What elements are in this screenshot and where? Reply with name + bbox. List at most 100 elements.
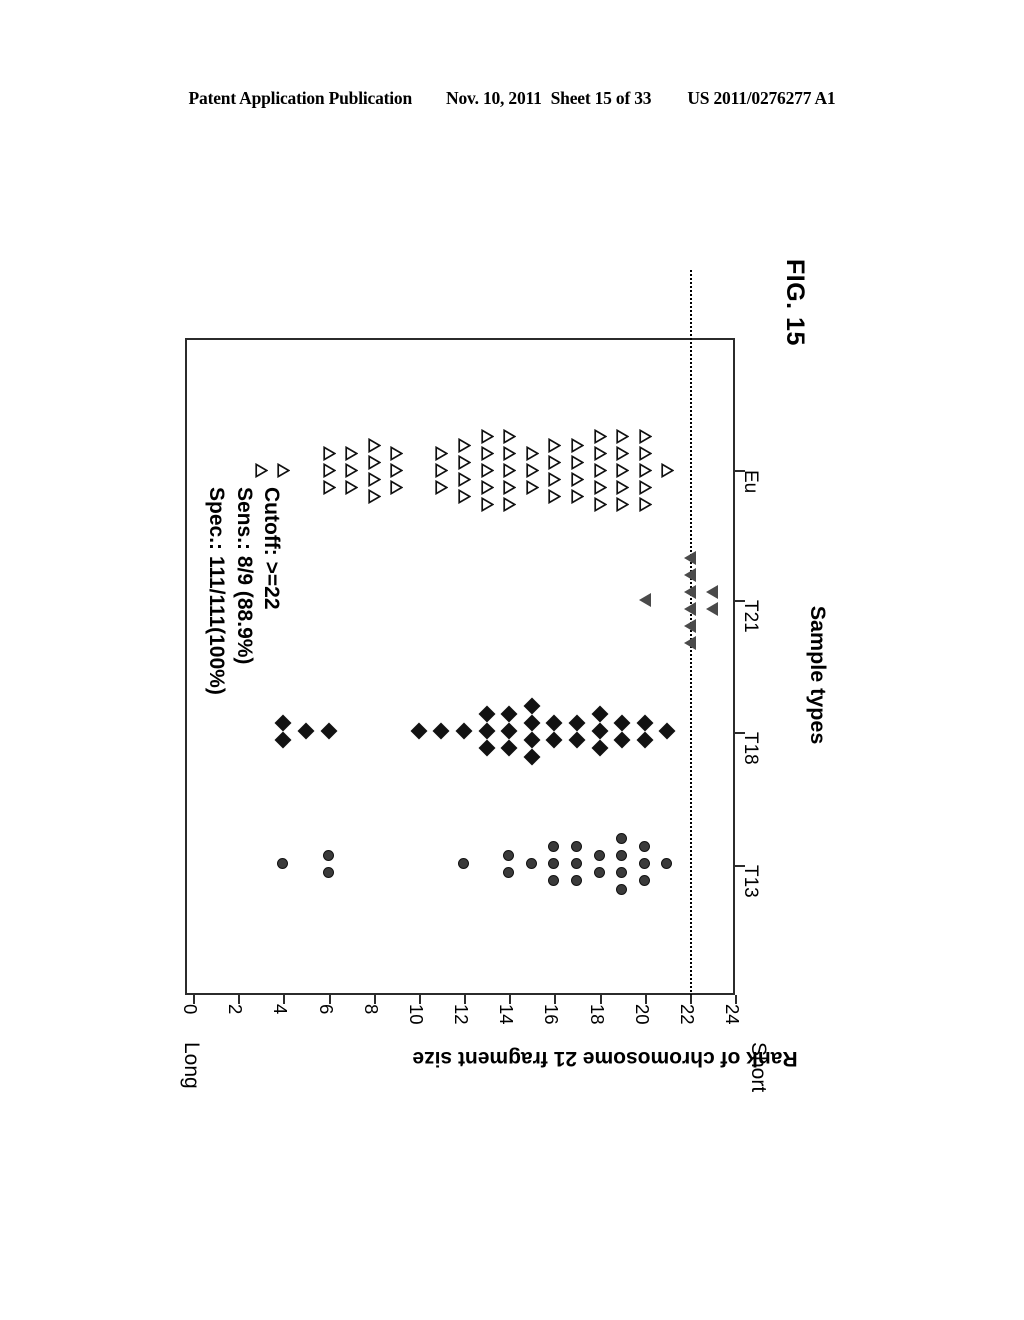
data-point-Eu-rank-16	[548, 488, 562, 504]
data-point-T21-rank-22	[683, 601, 696, 616]
data-point-T13-rank-17	[570, 858, 582, 869]
data-point-T13-rank-12	[458, 858, 469, 869]
rank-tick-18	[599, 995, 602, 1004]
data-point-Eu-rank-11	[435, 446, 449, 461]
data-point-Eu-rank-12	[458, 471, 471, 487]
data-point-Eu-rank-14	[503, 497, 517, 512]
rank-tick-label-22: 22	[676, 1004, 698, 1025]
data-point-Eu-rank-20	[639, 429, 652, 444]
data-point-Eu-rank-19	[616, 429, 630, 444]
data-point-Eu-rank-9	[390, 446, 404, 461]
rank-tick-12	[464, 995, 466, 1004]
rank-tick-14	[509, 995, 512, 1004]
annotation-sensitivity: Sens.: 8/9 (88.9%)	[232, 487, 256, 665]
data-point-T13-rank-18	[593, 866, 605, 878]
category-label-T13: T13	[740, 865, 761, 898]
data-point-Eu-rank-21	[661, 463, 675, 478]
data-point-Eu-rank-16	[548, 454, 562, 470]
data-point-Eu-rank-14	[503, 446, 517, 461]
annotation-specificity: Spec.: 111/111(100%)	[205, 487, 229, 695]
rank-tick-6	[328, 995, 331, 1004]
rank-tick-20	[644, 995, 647, 1004]
data-point-Eu-rank-9	[390, 463, 404, 478]
data-point-Eu-rank-14	[503, 480, 517, 495]
rank-tick-label-8: 8	[360, 1004, 382, 1015]
data-point-Eu-rank-13	[480, 446, 494, 461]
data-point-T13-rank-14	[503, 866, 515, 878]
data-point-Eu-rank-15	[526, 446, 539, 461]
rank-tick-16	[554, 995, 557, 1004]
rank-tick-label-12: 12	[451, 1004, 472, 1025]
data-point-T13-rank-6	[322, 849, 334, 861]
data-point-Eu-rank-18	[593, 480, 607, 495]
data-point-T13-rank-14	[503, 849, 515, 861]
figure-15: FIG. 15 Cutoff: >=22 Sens.: 8/9 (88.9%) …	[0, 0, 1024, 1320]
rank-tick-0	[193, 995, 195, 1004]
data-point-Eu-rank-11	[435, 463, 449, 478]
data-point-Eu-rank-17	[571, 454, 584, 470]
rank-tick-24	[735, 995, 737, 1004]
data-point-Eu-rank-3	[255, 463, 268, 478]
data-point-Eu-rank-19	[616, 497, 630, 512]
rank-tick-4	[283, 995, 286, 1004]
data-point-T13-rank-17	[570, 875, 582, 886]
data-point-Eu-rank-18	[593, 497, 607, 512]
rank-axis-high-label: Short	[747, 1042, 770, 1093]
data-point-Eu-rank-4	[277, 463, 291, 478]
data-point-Eu-rank-20	[639, 463, 652, 478]
annotation-cutoff: Cutoff: >=22	[260, 487, 283, 610]
data-point-Eu-rank-9	[390, 480, 404, 495]
data-point-Eu-rank-12	[458, 488, 471, 504]
data-point-T13-rank-19	[616, 866, 628, 878]
data-point-Eu-rank-18	[593, 429, 607, 444]
data-point-T21-rank-22	[683, 567, 696, 582]
data-point-Eu-rank-8	[368, 488, 381, 504]
rank-tick-label-6: 6	[315, 1004, 337, 1015]
data-point-Eu-rank-12	[458, 437, 471, 453]
data-point-T21-rank-22	[683, 584, 696, 599]
data-point-T13-rank-6	[322, 866, 334, 878]
data-point-Eu-rank-12	[458, 454, 471, 470]
data-point-Eu-rank-7	[345, 446, 359, 461]
data-point-Eu-rank-20	[639, 480, 652, 495]
data-point-T13-rank-19	[616, 883, 628, 895]
data-point-T13-rank-20	[638, 841, 650, 852]
cutoff-line	[690, 270, 692, 996]
data-point-T21-rank-23	[706, 584, 719, 599]
data-point-Eu-rank-8	[368, 437, 381, 453]
data-point-T21-rank-22	[683, 618, 696, 633]
data-point-Eu-rank-15	[526, 480, 539, 495]
data-point-Eu-rank-19	[616, 463, 630, 478]
data-point-Eu-rank-18	[593, 446, 607, 461]
data-point-Eu-rank-6	[322, 446, 336, 461]
data-point-T21-rank-22	[683, 550, 696, 565]
category-label-T21: T21	[740, 600, 761, 633]
rank-tick-label-16: 16	[541, 1004, 563, 1025]
data-point-T13-rank-18	[593, 849, 605, 861]
rank-axis-low-label: Long	[180, 1042, 203, 1089]
rank-tick-label-2: 2	[225, 1004, 247, 1015]
rank-tick-10	[418, 995, 421, 1004]
data-point-T13-rank-15	[525, 858, 537, 869]
rank-tick-label-20: 20	[631, 1004, 653, 1025]
data-point-Eu-rank-16	[548, 437, 562, 453]
data-point-Eu-rank-17	[571, 437, 584, 453]
data-point-Eu-rank-6	[322, 480, 336, 495]
rank-tick-2	[238, 995, 241, 1004]
rank-tick-label-10: 10	[405, 1004, 427, 1025]
data-point-Eu-rank-19	[616, 446, 630, 461]
rank-tick-label-4: 4	[270, 1004, 292, 1015]
data-point-T13-rank-19	[616, 832, 628, 844]
rank-tick-8	[373, 995, 376, 1004]
data-point-Eu-rank-15	[526, 463, 539, 478]
rank-tick-label-0: 0	[180, 1004, 201, 1015]
data-point-T13-rank-17	[570, 841, 582, 852]
data-point-Eu-rank-14	[503, 429, 517, 444]
statistics-annotation: Cutoff: >=22 Sens.: 8/9 (88.9%) Spec.: 1…	[205, 487, 285, 717]
data-point-T13-rank-19	[616, 849, 628, 861]
data-point-Eu-rank-16	[548, 471, 562, 487]
data-point-Eu-rank-13	[480, 463, 494, 478]
rank-tick-label-14: 14	[496, 1004, 518, 1025]
figure-label: FIG. 15	[781, 259, 809, 346]
data-point-Eu-rank-17	[571, 471, 584, 487]
